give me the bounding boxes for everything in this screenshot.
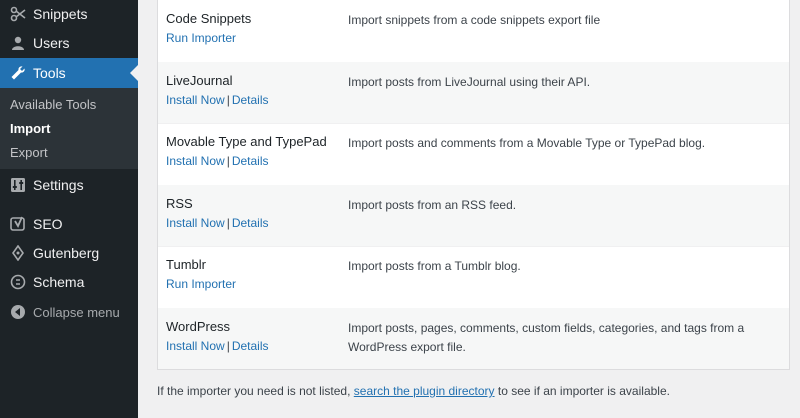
sidebar-item-label: Gutenberg xyxy=(33,245,100,261)
importer-description: Import posts, pages, comments, custom fi… xyxy=(348,320,745,354)
search-plugin-directory-link[interactable]: search the plugin directory xyxy=(354,384,495,398)
install-now-link[interactable]: Install Now xyxy=(166,339,225,353)
scissors-icon xyxy=(9,5,27,23)
submenu-item-export[interactable]: Export xyxy=(10,145,48,160)
note-text-before: If the importer you need is not listed, xyxy=(157,384,351,398)
schema-icon xyxy=(9,273,27,291)
tools-submenu: Available Tools Import Export xyxy=(0,88,138,169)
details-link[interactable]: Details xyxy=(232,216,269,230)
action-separator: | xyxy=(226,338,230,353)
sidebar-item-settings[interactable]: Settings xyxy=(0,173,138,197)
importer-description: Import posts and comments from a Movable… xyxy=(348,136,706,150)
sidebar-item-snippets[interactable]: Snippets xyxy=(0,2,138,26)
importer-name: LiveJournal xyxy=(166,72,233,88)
collapse-menu-label: Collapse menu xyxy=(33,304,120,320)
sidebar-item-label: Settings xyxy=(33,177,84,193)
action-separator: | xyxy=(226,154,230,168)
importer-name: Tumblr xyxy=(166,257,206,272)
install-now-link[interactable]: Install Now xyxy=(166,216,225,230)
details-link[interactable]: Details xyxy=(232,154,269,168)
importer-name: RSS xyxy=(166,195,193,211)
importer-description: Import snippets from a code snippets exp… xyxy=(348,13,601,27)
importer-name: WordPress xyxy=(166,318,231,334)
importer-description: Import posts from a Tumblr blog. xyxy=(348,259,521,273)
sidebar-item-seo[interactable]: SEO xyxy=(0,212,138,236)
submenu-item-import[interactable]: Import xyxy=(10,121,50,136)
install-now-link[interactable]: Install Now xyxy=(166,93,225,107)
table-row: Code Snippets Run Importer Import snippe… xyxy=(158,0,789,63)
run-importer-link[interactable]: Run Importer xyxy=(166,277,236,291)
details-link[interactable]: Details xyxy=(232,93,269,107)
submenu-item-available-tools[interactable]: Available Tools xyxy=(10,97,96,112)
importer-description: Import posts from LiveJournal using thei… xyxy=(348,74,591,89)
collapse-arrow-icon xyxy=(9,303,27,321)
row-actions: Run Importer xyxy=(166,277,236,291)
sidebar-item-gutenberg[interactable]: Gutenberg xyxy=(0,241,138,265)
active-indicator xyxy=(130,65,138,81)
sidebar-item-label: Users xyxy=(33,35,70,51)
sidebar-item-label: Snippets xyxy=(33,6,88,22)
details-link[interactable]: Details xyxy=(232,339,269,353)
note-text-after: to see if an importer is available. xyxy=(497,384,670,398)
sidebar-item-users[interactable]: Users xyxy=(0,31,138,55)
sidebar-item-tools[interactable]: Tools xyxy=(0,58,138,88)
settings-icon xyxy=(9,176,27,194)
row-actions: Install Now | Details xyxy=(166,93,269,107)
table-row: Movable Type and TypePad Install Now | Det… xyxy=(158,123,789,186)
importers-table: Code Snippets Run Importer Import snippe… xyxy=(157,0,790,370)
sidebar-item-label: Schema xyxy=(33,274,85,290)
table-row: Tumblr Run Importer Import posts from a … xyxy=(158,246,789,309)
importer-name: Movable Type and TypePad xyxy=(166,134,327,149)
sidebar-item-schema[interactable]: Schema xyxy=(0,270,138,294)
row-actions: Install Now | Details xyxy=(166,154,269,168)
admin-sidebar: Snippets Users Tools Available Tools Imp… xyxy=(0,0,138,418)
user-icon xyxy=(9,34,27,52)
importer-help-note: If the importer you need is not listed, … xyxy=(157,384,670,398)
run-importer-link[interactable]: Run Importer xyxy=(166,31,236,45)
row-actions: Install Now | Details xyxy=(166,216,269,230)
action-separator: | xyxy=(226,215,230,230)
row-actions: Install Now | Details xyxy=(166,339,269,353)
row-actions: Run Importer xyxy=(166,31,236,45)
table-row: WordPress Install Now | Details Import pos… xyxy=(158,307,789,369)
wrench-icon xyxy=(9,64,27,82)
table-row: LiveJournal Install Now | Details Import p… xyxy=(158,61,789,124)
importer-description: Import posts from an RSS feed. xyxy=(348,197,517,212)
pen-icon xyxy=(9,244,27,262)
action-separator: | xyxy=(226,92,230,107)
yoast-icon xyxy=(9,215,27,233)
collapse-menu-button[interactable]: Collapse menu xyxy=(0,300,138,324)
importer-name: Code Snippets xyxy=(166,11,252,26)
sidebar-item-label: Tools xyxy=(33,65,66,81)
sidebar-item-label: SEO xyxy=(33,216,63,232)
install-now-link[interactable]: Install Now xyxy=(166,154,225,168)
table-row: RSS Install Now | Details Import posts fro… xyxy=(158,184,789,247)
